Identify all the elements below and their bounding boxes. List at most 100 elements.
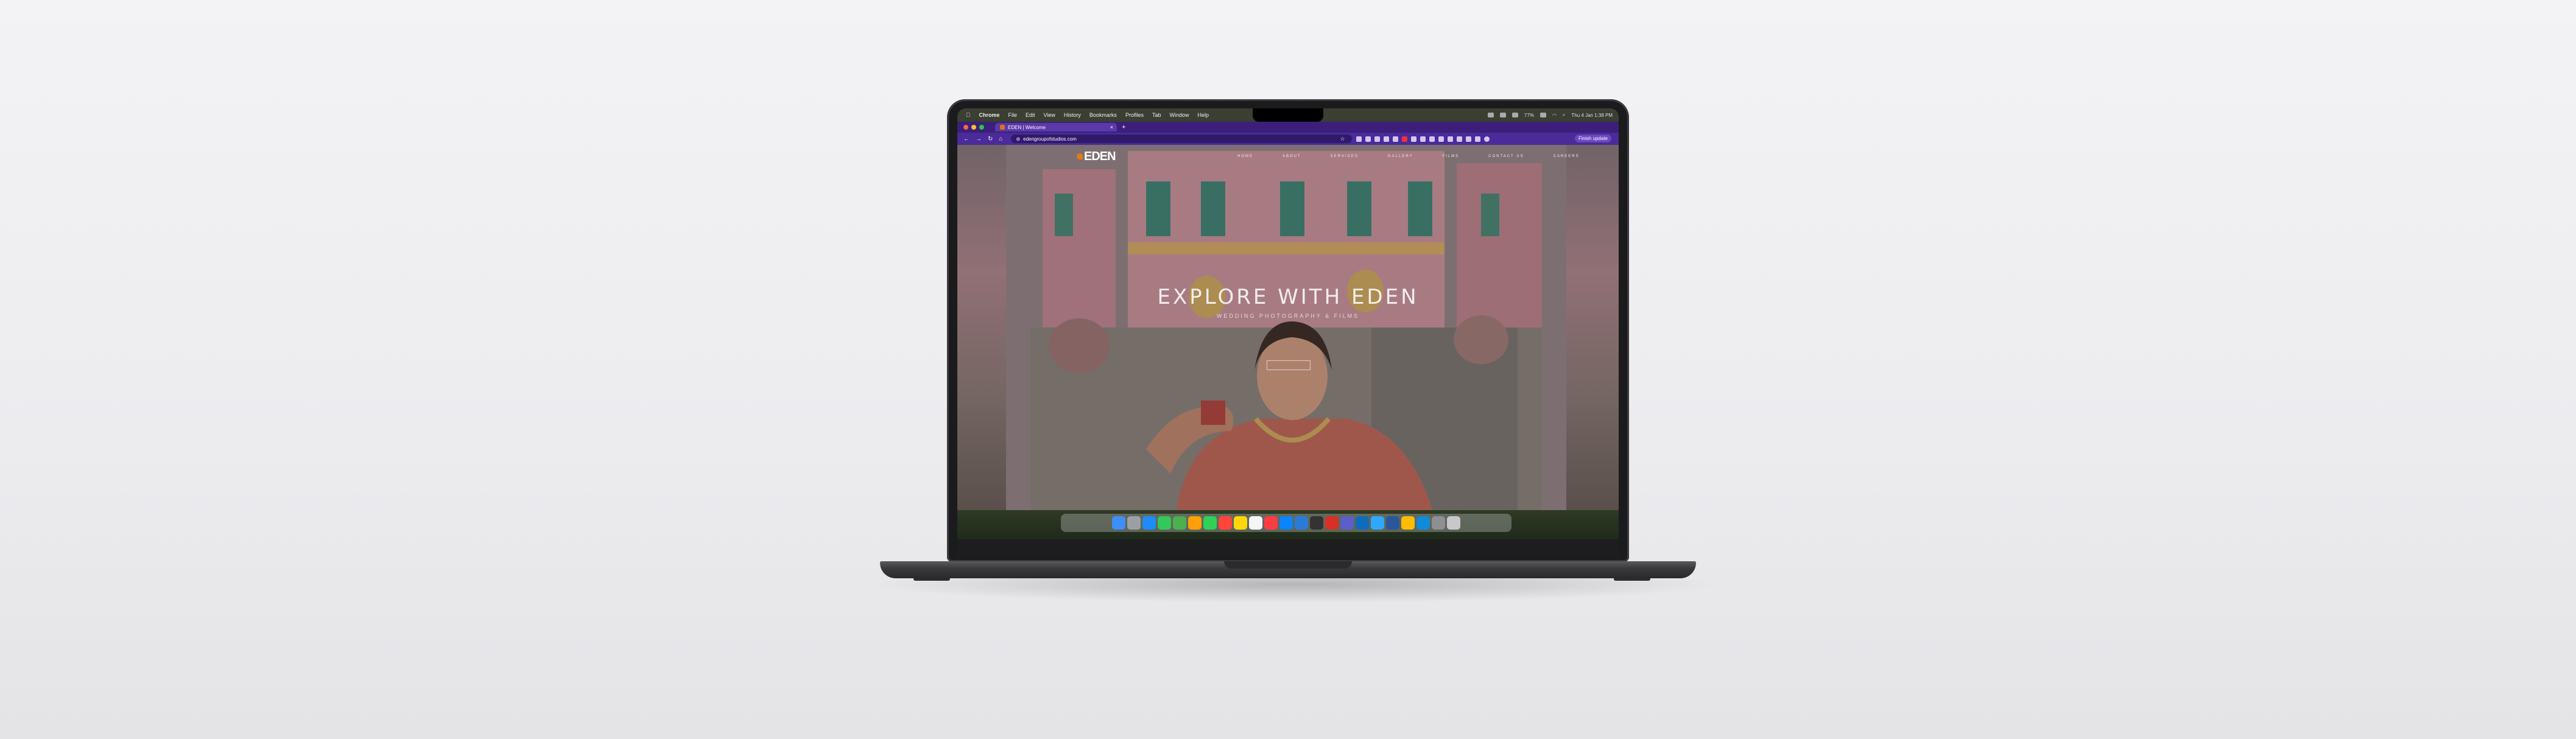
browser-toolbar: ← → ↻ ⌂ ⊜ edengroupofstudios.com ☆ Finis… [957,133,1619,145]
photos-icon[interactable] [1188,516,1202,530]
webpage-viewport: EDEN HOME ABOUT SERVICES GALLERY FILMS C… [957,145,1619,510]
nav-services[interactable]: SERVICES [1331,155,1359,158]
close-tab-icon[interactable]: × [1110,124,1113,130]
back-icon[interactable]: ← [963,136,970,142]
apple-icon[interactable]:  [966,112,971,119]
laptop-opening-notch [1224,561,1352,569]
calendar-icon[interactable] [1219,516,1232,530]
nav-gallery[interactable]: GALLERY [1388,155,1413,158]
teams-icon[interactable] [1340,516,1354,530]
address-bar[interactable]: ⊜ edengroupofstudios.com [1011,135,1353,143]
finder-icon[interactable] [1112,516,1125,530]
extension-icon[interactable] [1438,136,1444,142]
hero-subtitle: WEDDING PHOTOGRAPHY & FILMS [1216,313,1360,319]
nav-contact[interactable]: CONTACT US [1488,155,1524,158]
extension-icon[interactable] [1456,136,1462,142]
download-icon[interactable] [1465,136,1471,142]
maps-icon[interactable] [1173,516,1186,530]
browser-tab-bar: EDEN | Welcome × + [957,122,1619,133]
extension-icon[interactable] [1365,136,1371,142]
menu-tab[interactable]: Tab [1152,112,1161,118]
menu-window[interactable]: Window [1169,112,1189,118]
menu-profiles[interactable]: Profiles [1125,112,1144,118]
favicon-icon [1000,125,1005,130]
hero-title: EXPLORE WITH EDEN [1157,285,1419,309]
menu-bookmarks[interactable]: Bookmarks [1089,112,1117,118]
nav-about[interactable]: ABOUT [1283,155,1301,158]
extensions-area [1356,136,1490,142]
camera-notch [1253,108,1323,122]
menu-view[interactable]: View [1044,112,1055,118]
nav-careers[interactable]: CAREERS [1554,155,1580,158]
acrobat-icon[interactable] [1325,516,1339,530]
forward-icon[interactable]: → [976,136,982,142]
safari-icon[interactable] [1142,516,1156,530]
logo-mark-icon [1077,153,1083,159]
extension-icon[interactable] [1383,136,1389,142]
site-info-icon[interactable]: ⊜ [1016,136,1020,142]
laptop-foot [1614,577,1650,581]
photoshop-icon[interactable] [1371,516,1384,530]
chrome-icon[interactable] [1401,516,1415,530]
profile-avatar[interactable] [1483,136,1490,142]
laptop-chin [957,539,1619,558]
vscode-icon[interactable] [1295,516,1308,530]
extension-icon[interactable] [1374,136,1380,142]
status-icon[interactable] [1487,113,1494,117]
battery-icon[interactable] [1540,113,1546,117]
status-icon[interactable] [1499,113,1506,117]
new-tab-button[interactable]: + [1122,124,1125,131]
hero-cta-button[interactable] [1267,360,1311,370]
laptop-foot [913,577,950,581]
dock [1061,514,1511,532]
music-icon[interactable] [1264,516,1278,530]
facetime-icon[interactable] [1203,516,1217,530]
minimize-window-icon[interactable] [971,125,976,130]
macos-dock-area [957,510,1619,539]
preview-icon[interactable] [1432,516,1445,530]
app-store-icon[interactable] [1279,516,1293,530]
close-window-icon[interactable] [963,125,968,130]
bookmark-star-icon[interactable]: ☆ [1340,136,1345,142]
status-icon[interactable] [1511,113,1518,117]
extension-icon[interactable] [1401,136,1407,142]
home-icon[interactable]: ⌂ [999,136,1002,142]
nav-films[interactable]: FILMS [1442,155,1459,158]
site-logo[interactable]: EDEN [1077,149,1116,164]
clock[interactable]: Thu 4 Jan 1:38 PM [1571,113,1613,118]
zoom-window-icon[interactable] [979,125,984,130]
browser-tab[interactable]: EDEN | Welcome × [995,123,1117,131]
extension-icon[interactable] [1392,136,1398,142]
outlook-icon[interactable] [1356,516,1369,530]
extension-icon[interactable] [1356,136,1362,142]
url-text: edengroupofstudios.com [1023,136,1077,142]
laptop-screen:  Chrome File Edit View History Bookmark… [957,108,1619,539]
extension-icon[interactable] [1429,136,1435,142]
edge-icon[interactable] [1416,516,1430,530]
messages-icon[interactable] [1158,516,1171,530]
nav-buttons: ← → ↻ ⌂ [963,136,1002,142]
reload-icon[interactable]: ↻ [988,136,993,142]
extension-icon[interactable] [1410,136,1416,142]
launchpad-icon[interactable] [1127,516,1141,530]
wifi-icon[interactable]: ◠ [1552,113,1557,118]
menu-help[interactable]: Help [1197,112,1209,118]
nav-home[interactable]: HOME [1237,155,1253,158]
menu-app-name[interactable]: Chrome [979,112,1000,118]
finish-update-button[interactable]: Finish update [1574,135,1611,142]
menu-edit[interactable]: Edit [1026,112,1035,118]
hero-overlay [957,145,1619,510]
extension-icon[interactable] [1447,136,1453,142]
search-icon[interactable]: ⌕ [1563,112,1565,118]
extension-icon[interactable] [1420,136,1426,142]
menu-file[interactable]: File [1008,112,1018,118]
terminal-icon[interactable] [1310,516,1323,530]
sidebar-icon[interactable] [1474,136,1480,142]
menu-history[interactable]: History [1064,112,1081,118]
reminders-icon[interactable] [1249,516,1262,530]
battery-percent[interactable]: 77% [1524,113,1534,118]
trash-icon[interactable] [1447,516,1460,530]
notes-icon[interactable] [1234,516,1247,530]
tab-title: EDEN | Welcome [1008,124,1046,130]
word-icon[interactable] [1386,516,1399,530]
